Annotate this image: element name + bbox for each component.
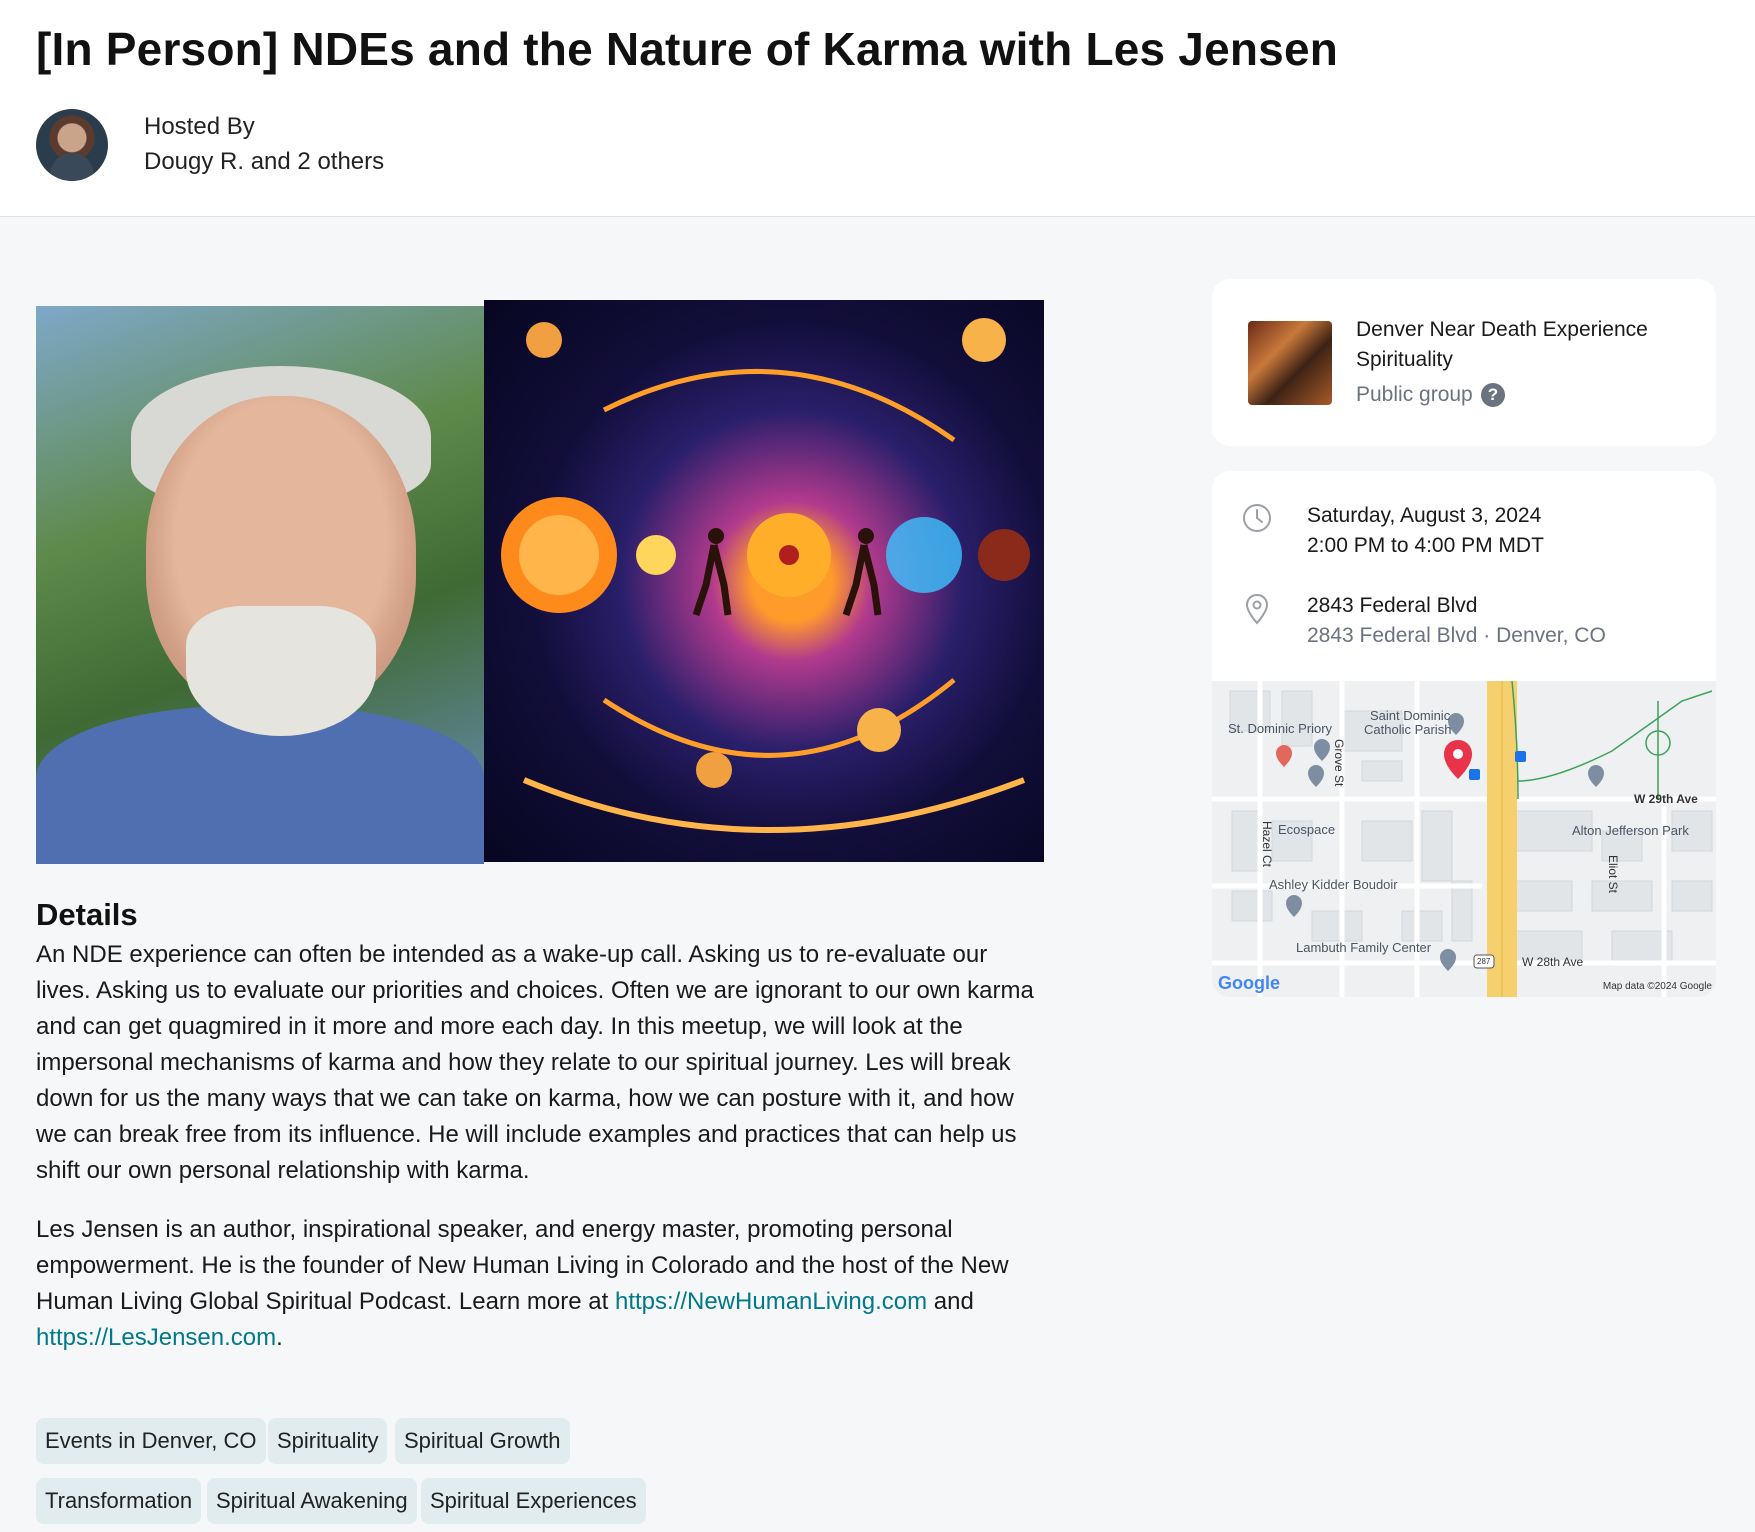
route-shield-287: 287 (1477, 957, 1491, 966)
details-heading: Details (36, 897, 138, 932)
group-thumbnail[interactable] (1248, 321, 1332, 405)
details-paragraph-2: Les Jensen is an author, inspirational s… (36, 1212, 1046, 1356)
map-label-alton-jefferson-park: Alton Jefferson Park (1572, 823, 1689, 838)
event-date: Saturday, August 3, 2024 (1307, 504, 1542, 527)
google-logo: Google (1218, 973, 1280, 994)
map-street-grove-st: Grove St (1332, 739, 1346, 787)
event-time: 2:00 PM to 4:00 PM MDT (1307, 534, 1544, 557)
venue-address: 2843 Federal Blvd · Denver, CO (1307, 624, 1606, 647)
map-label-ashley-kidder-boudoir: Ashley Kidder Boudoir (1269, 877, 1398, 892)
host-names[interactable]: Dougy R. and 2 others (144, 148, 384, 176)
details-paragraph-1: An NDE experience can often be intended … (36, 941, 1034, 1184)
speaker-photo (36, 306, 484, 864)
event-title: [In Person] NDEs and the Nature of Karma… (36, 23, 1339, 75)
map-label-catholic-parish: Catholic Parish (1364, 722, 1452, 737)
venue-name[interactable]: 2843 Federal Blvd (1307, 594, 1477, 618)
group-name[interactable]: Denver Near Death Experience Spiritualit… (1356, 315, 1686, 375)
map-street-hazel-ct: Hazel Ct (1260, 821, 1274, 868)
map-street-w-28th-ave: W 28th Ave (1522, 955, 1584, 969)
google-logo-text: Google (1218, 973, 1280, 993)
tag-transformation[interactable]: Transformation (36, 1478, 202, 1524)
map-label-ecospace: Ecospace (1278, 822, 1336, 837)
cosmic-artwork (484, 300, 1044, 862)
map-street-eliot-st: Eliot St (1606, 855, 1620, 894)
map-label-lambuth-family-center: Lambuth Family Center (1296, 940, 1432, 955)
end-period: . (276, 1324, 283, 1351)
lesjensen-link[interactable]: https://LesJensen.com (36, 1324, 276, 1351)
event-header: [In Person] NDEs and the Nature of Karma… (0, 0, 1755, 217)
map-label-st-dominic-priory: St. Dominic Priory (1228, 721, 1333, 736)
tag-spirituality[interactable]: Spirituality (268, 1418, 388, 1464)
clock-icon (1243, 504, 1271, 532)
host-avatar[interactable] (36, 109, 108, 181)
tag-spiritual-awakening[interactable]: Spiritual Awakening (207, 1478, 417, 1524)
newhumanliving-link[interactable]: https://NewHumanLiving.com (615, 1288, 927, 1315)
map-label-saint-dominic: Saint Dominic (1370, 708, 1451, 723)
hosted-by-label: Hosted By (144, 113, 255, 140)
tag-spiritual-growth[interactable]: Spiritual Growth (395, 1418, 570, 1464)
and-text: and (933, 1288, 974, 1315)
tag-spiritual-experiences[interactable]: Spiritual Experiences (421, 1478, 646, 1524)
map-street-w-29th-ave: W 29th Ave (1634, 792, 1698, 806)
event-info-card: Saturday, August 3, 2024 2:00 PM to 4:00… (1212, 471, 1716, 997)
group-type: Public group (1356, 383, 1473, 406)
group-card[interactable]: Denver Near Death Experience Spiritualit… (1212, 279, 1716, 446)
map-credit: Map data ©2024 Google (1602, 981, 1712, 992)
location-pin-icon (1245, 593, 1269, 625)
help-icon[interactable]: ? (1481, 383, 1505, 407)
location-map[interactable]: St. Dominic Priory Saint Dominic Catholi… (1212, 681, 1716, 997)
tag-events-in-denver[interactable]: Events in Denver, CO (36, 1418, 266, 1464)
